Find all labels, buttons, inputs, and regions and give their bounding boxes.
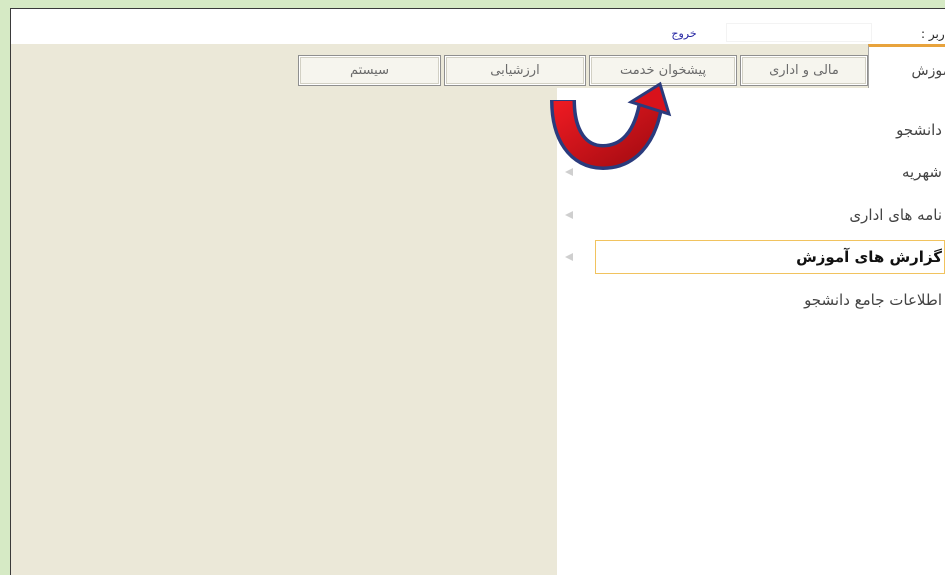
- triangle-left-icon: [565, 253, 573, 261]
- logout-link[interactable]: خروج: [661, 25, 707, 43]
- app-window: کاربر : خروج آموزش مالی و اداری پیشخوان …: [10, 8, 945, 575]
- tab-system[interactable]: سیستم: [298, 55, 441, 86]
- menu-item-student-info[interactable]: اطلاعات جامع دانشجو: [557, 283, 945, 317]
- menu-item-label[interactable]: اطلاعات جامع دانشجو: [595, 283, 945, 317]
- u-turn-arrow-icon: [550, 81, 672, 171]
- tab-education[interactable]: آموزش: [868, 44, 945, 88]
- menu-item-education-reports[interactable]: گزارش های آموزش: [557, 240, 945, 274]
- menu-item-label[interactable]: نامه های اداری: [595, 198, 945, 232]
- tab-bar: آموزش مالی و اداری پیشخوان خدمت ارزشیابی…: [11, 44, 945, 88]
- menu-item-admin-letters[interactable]: نامه های اداری: [557, 198, 945, 232]
- user-label: کاربر :: [921, 27, 945, 41]
- username-field: [726, 23, 872, 42]
- triangle-left-icon: [565, 211, 573, 219]
- menu-item-label[interactable]: گزارش های آموزش: [595, 240, 945, 274]
- content-panel: [11, 88, 557, 575]
- screenshot-frame: کاربر : خروج آموزش مالی و اداری پیشخوان …: [0, 0, 945, 575]
- tab-finance-admin[interactable]: مالی و اداری: [740, 55, 868, 86]
- top-bar: کاربر : خروج: [11, 9, 945, 44]
